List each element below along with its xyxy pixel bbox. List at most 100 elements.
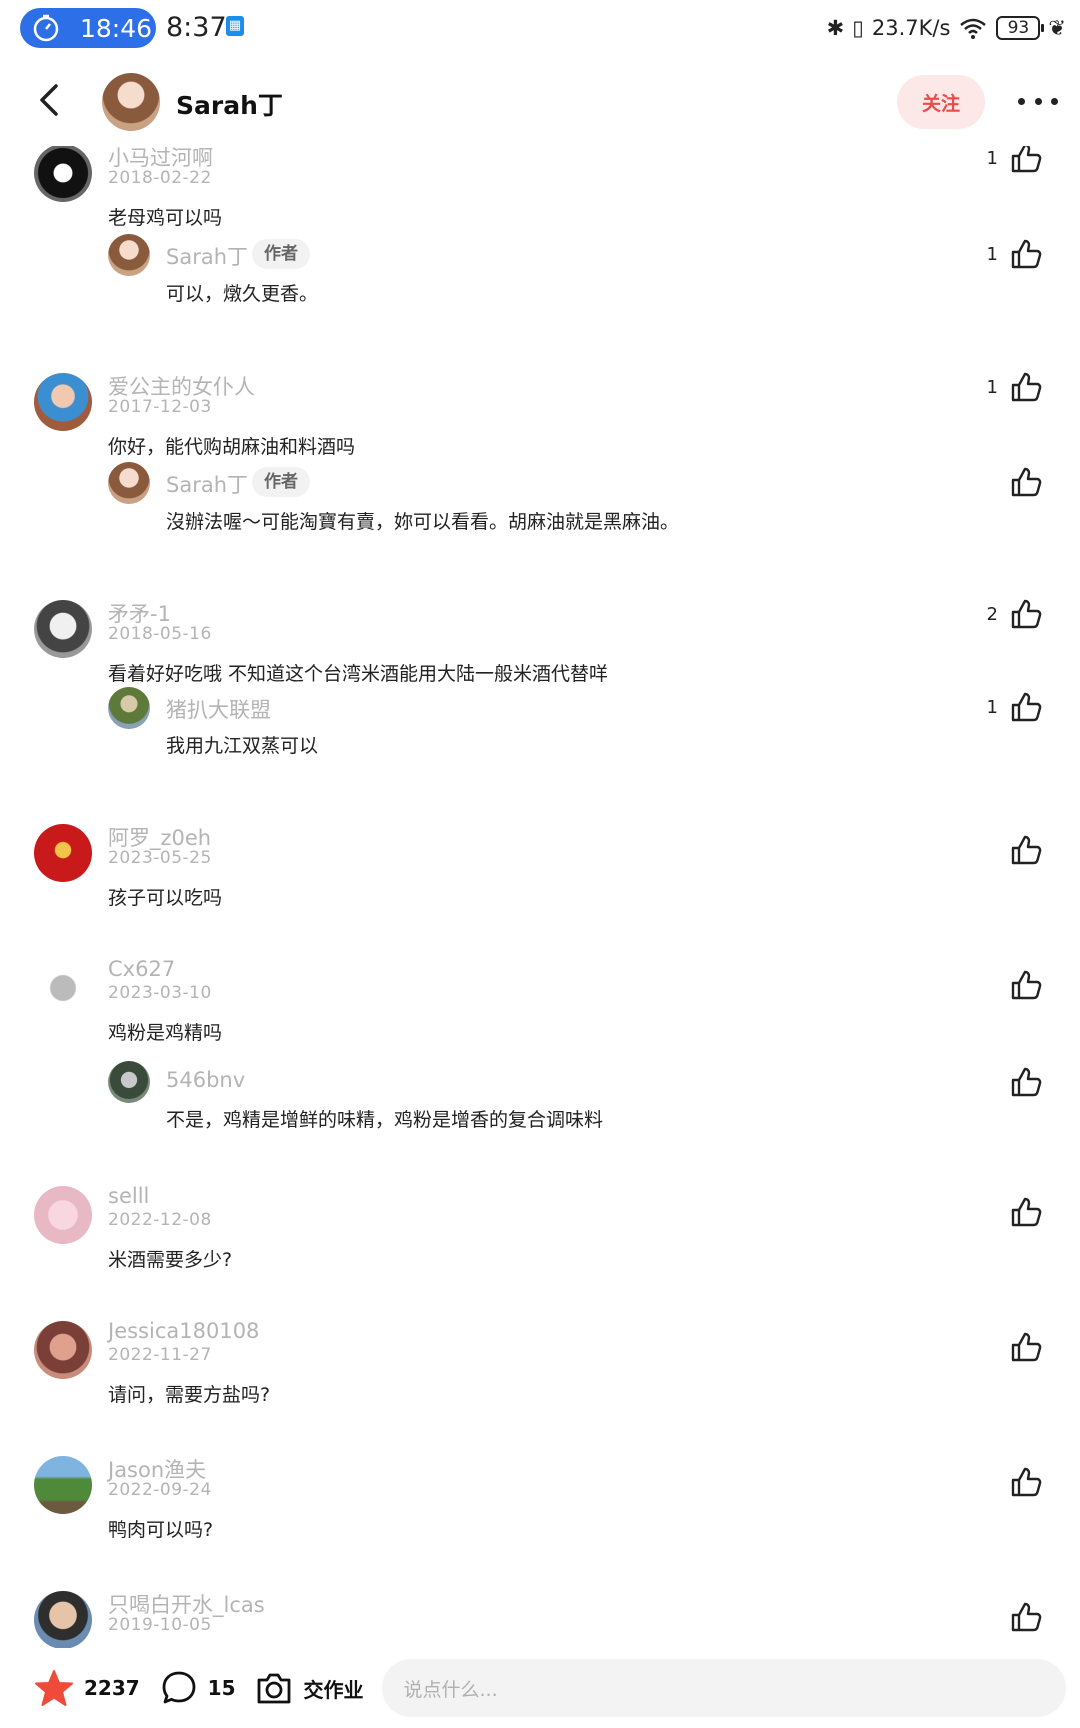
reply-text[interactable]: 不是，鸡精是增鲜的味精，鸡粉是增香的复合调味料 (166, 1105, 603, 1132)
follow-button[interactable]: 关注 (897, 75, 985, 129)
user-avatar[interactable] (34, 600, 92, 658)
favorite-button[interactable]: 2237 (34, 1668, 140, 1708)
like-button[interactable] (932, 965, 1042, 1005)
comment-username[interactable]: selll (108, 1184, 149, 1208)
comment-username[interactable]: Cx627 (108, 957, 175, 981)
comment-text[interactable]: 看着好好吃哦 不知道这个台湾米酒能用大陆一般米酒代替咩 (108, 659, 608, 686)
comment-text[interactable]: 鸡粉是鸡精吗 (108, 1018, 222, 1045)
reply-avatar[interactable] (108, 234, 150, 276)
comment-date: 2022-09-24 (108, 1480, 212, 1500)
reply-avatar[interactable] (108, 462, 150, 504)
user-avatar[interactable] (34, 1321, 92, 1379)
thumbs-up-icon (1011, 1197, 1042, 1227)
reply-text[interactable]: 沒辦法喔～可能淘寶有賣，妳可以看看。胡麻油就是黑麻油。 (166, 507, 679, 534)
star-icon (35, 1670, 73, 1706)
like-count: 1 (986, 243, 998, 265)
thumbs-up-icon (1011, 146, 1042, 173)
reply-text[interactable]: 我用九江双蒸可以 (166, 731, 318, 758)
like-button[interactable]: 1 (932, 367, 1042, 407)
like-button[interactable] (932, 1597, 1042, 1637)
reply-username[interactable]: Sarah丁 (166, 469, 248, 499)
timer-text: 18:46 (80, 13, 153, 43)
comment-date: 2022-12-08 (108, 1210, 212, 1230)
more-dots-icon[interactable] (1018, 86, 1058, 116)
thumbs-up-icon (1011, 1067, 1042, 1097)
camera-icon (257, 1673, 290, 1704)
comment-button[interactable]: 15 (160, 1669, 236, 1707)
like-button[interactable] (932, 1192, 1042, 1232)
page-title[interactable]: Sarah丁 (176, 86, 283, 122)
comment-username[interactable]: Jessica180108 (108, 1319, 259, 1343)
reply-username[interactable]: Sarah丁 (166, 241, 248, 271)
like-count: 1 (986, 376, 998, 398)
chevron-left-icon[interactable] (30, 78, 70, 122)
thumbs-up-icon (1011, 239, 1042, 269)
thumbs-up-icon (1011, 599, 1042, 629)
wifi-icon (960, 18, 987, 39)
like-button[interactable] (932, 1062, 1042, 1102)
reply-avatar[interactable] (108, 687, 150, 729)
status-bar: 18:46 8:37 ▦ ✱ ▯ 23.7K/s 93 ❦ (0, 0, 1080, 58)
comment-date: 2023-03-10 (108, 983, 212, 1003)
timer-icon (33, 14, 59, 42)
system-time: 8:37 (166, 12, 227, 43)
like-count: 1 (986, 147, 998, 169)
like-button[interactable] (932, 1327, 1042, 1367)
comment-date: 2019-10-05 (108, 1615, 212, 1635)
comment-date: 2018-05-16 (108, 624, 212, 644)
like-button[interactable] (932, 1462, 1042, 1502)
like-button[interactable]: 2 (932, 594, 1042, 634)
bluetooth-icon: ✱ (826, 16, 845, 40)
comment-date: 2022-11-27 (108, 1345, 212, 1365)
comment-text[interactable]: 米酒需要多少? (108, 1245, 232, 1272)
like-button[interactable]: 1 (932, 146, 1042, 178)
status-icons: ✱ ▯ 23.7K/s 93 ❦ (827, 12, 1066, 44)
like-button[interactable]: 1 (932, 234, 1042, 274)
comment-bubble-icon (162, 1671, 196, 1704)
comment-input-placeholder: 说点什么... (403, 1678, 498, 1701)
thumbs-up-icon (1011, 1332, 1042, 1362)
comment-text[interactable]: 老母鸡可以吗 (108, 203, 222, 230)
reply-text[interactable]: 可以，燉久更香。 (166, 279, 318, 306)
like-count: 2 (986, 603, 998, 625)
like-button[interactable] (932, 830, 1042, 870)
user-avatar[interactable] (34, 959, 92, 1017)
comment-list[interactable]: 小马过河啊 2018-02-22 老母鸡可以吗 1 Sarah丁 作者 可以，燉… (0, 146, 1080, 1648)
reply-username[interactable]: 546bnv (166, 1068, 245, 1092)
comment-text[interactable]: 你好，能代购胡麻油和料酒吗 (108, 432, 355, 459)
like-count: 1 (986, 696, 998, 718)
user-avatar[interactable] (34, 373, 92, 431)
comment-input[interactable]: 说点什么... (381, 1659, 1066, 1717)
thumbs-up-icon (1011, 1602, 1042, 1632)
like-button[interactable] (932, 462, 1042, 502)
app-notification-icon: ▦ (226, 16, 244, 36)
net-speed: 23.7K/s (871, 16, 951, 40)
comment-date: 2017-12-03 (108, 397, 212, 417)
vibrate-icon: ▯ (852, 16, 864, 40)
user-avatar[interactable] (34, 1186, 92, 1244)
comment-text[interactable]: 鸭肉可以吗? (108, 1515, 213, 1542)
user-avatar[interactable] (34, 1456, 92, 1514)
comment-text[interactable]: 请问，需要方盐吗? (108, 1380, 270, 1407)
timer-pill[interactable]: 18:46 (20, 8, 156, 48)
user-avatar[interactable] (34, 824, 92, 882)
thumbs-up-icon (1011, 970, 1042, 1000)
favorite-count: 2237 (84, 1676, 140, 1700)
thumbs-up-icon (1011, 1467, 1042, 1497)
user-avatar[interactable] (34, 146, 92, 202)
comment-count: 15 (207, 1676, 236, 1700)
reply-avatar[interactable] (108, 1061, 150, 1103)
battery-indicator: 93 (996, 16, 1045, 40)
comment-text[interactable]: 孩子可以吃吗 (108, 883, 222, 910)
header: Sarah丁 关注 (0, 58, 1080, 146)
thumbs-up-icon (1011, 692, 1042, 722)
author-avatar[interactable] (102, 73, 160, 131)
like-button[interactable]: 1 (932, 687, 1042, 727)
bottom-action-bar: 2237 15 交作业 说点什么... (0, 1648, 1080, 1728)
reply-username[interactable]: 猪扒大联盟 (166, 694, 271, 724)
homework-button[interactable]: 交作业 (254, 1668, 364, 1708)
thumbs-up-icon (1011, 467, 1042, 497)
thumbs-up-icon (1011, 372, 1042, 402)
author-tag: 作者 (252, 467, 310, 497)
user-avatar[interactable] (34, 1591, 92, 1648)
